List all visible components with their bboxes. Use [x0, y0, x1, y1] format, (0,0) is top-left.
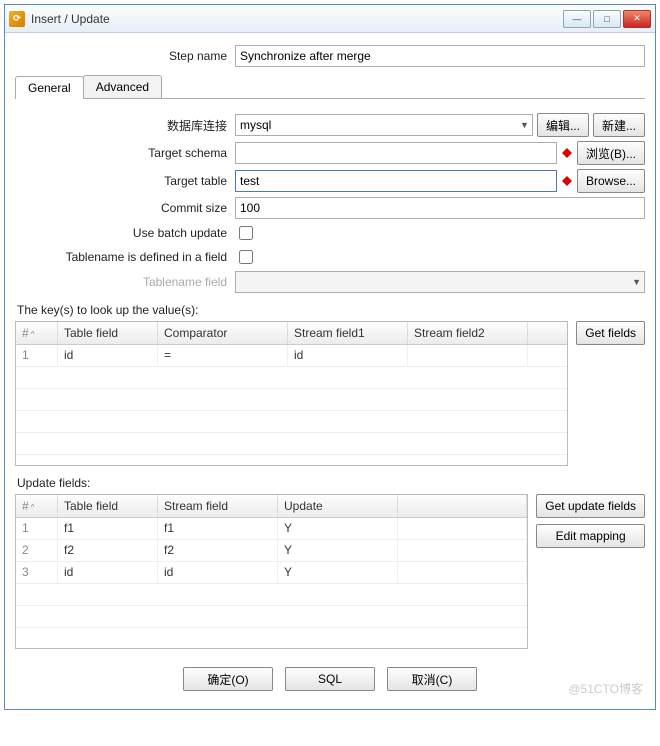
table-row[interactable]: 1id=id: [16, 345, 567, 367]
col-header-update[interactable]: Update: [278, 495, 398, 517]
app-icon: ⟳: [9, 11, 25, 27]
col-header-tablefield[interactable]: Table field: [58, 322, 158, 344]
col-header-idx[interactable]: #^: [16, 495, 58, 517]
diamond-icon: [561, 146, 573, 160]
diamond-icon: [561, 174, 573, 188]
col-header-streamfield[interactable]: Stream field: [158, 495, 278, 517]
batch-update-checkbox[interactable]: [239, 226, 253, 240]
new-connection-button[interactable]: 新建...: [593, 113, 645, 137]
keys-table[interactable]: #^ Table field Comparator Stream field1 …: [15, 321, 568, 466]
col-header-streamfield1[interactable]: Stream field1: [288, 322, 408, 344]
table-row[interactable]: 1f1f1Y: [16, 518, 527, 540]
tab-general[interactable]: General: [15, 76, 84, 99]
col-header-streamfield2[interactable]: Stream field2: [408, 322, 528, 344]
updates-table[interactable]: #^ Table field Stream field Update 1f1f1…: [15, 494, 528, 649]
db-connection-select[interactable]: [235, 114, 533, 136]
maximize-button[interactable]: □: [593, 10, 621, 28]
dialog-content: Step name General Advanced 数据库连接 ▼ 编辑...…: [5, 33, 655, 709]
browse-schema-button[interactable]: 浏览(B)...: [577, 141, 645, 165]
commit-size-label: Commit size: [15, 201, 235, 215]
browse-table-button[interactable]: Browse...: [577, 169, 645, 193]
titlebar: ⟳ Insert / Update — □ ✕: [5, 5, 655, 33]
tablename-field-select: [235, 271, 645, 293]
watermark: @51CTO博客: [568, 680, 643, 697]
window-buttons: — □ ✕: [563, 10, 651, 28]
target-schema-input[interactable]: [235, 142, 557, 164]
db-connection-label: 数据库连接: [15, 117, 235, 134]
col-header-idx[interactable]: #^: [16, 322, 58, 344]
tablename-infield-checkbox[interactable]: [239, 250, 253, 264]
keys-section-label: The key(s) to look up the value(s):: [17, 303, 645, 317]
step-name-label: Step name: [15, 49, 235, 63]
sort-asc-icon: ^: [31, 330, 35, 339]
edit-mapping-button[interactable]: Edit mapping: [536, 524, 645, 548]
target-table-label: Target table: [15, 174, 235, 188]
window-title: Insert / Update: [31, 12, 563, 26]
sql-button[interactable]: SQL: [285, 667, 375, 691]
dialog-window: ⟳ Insert / Update — □ ✕ Step name Genera…: [4, 4, 656, 710]
edit-connection-button[interactable]: 编辑...: [537, 113, 589, 137]
tab-advanced[interactable]: Advanced: [83, 75, 162, 98]
get-update-fields-button[interactable]: Get update fields: [536, 494, 645, 518]
table-row[interactable]: 2f2f2Y: [16, 540, 527, 562]
col-header-comparator[interactable]: Comparator: [158, 322, 288, 344]
tablename-field-label: Tablename field: [15, 275, 235, 289]
tab-bar: General Advanced: [15, 75, 645, 99]
get-fields-button[interactable]: Get fields: [576, 321, 645, 345]
batch-update-label: Use batch update: [15, 226, 235, 240]
col-header-tablefield[interactable]: Table field: [58, 495, 158, 517]
target-table-input[interactable]: [235, 170, 557, 192]
ok-button[interactable]: 确定(O): [183, 667, 273, 691]
target-schema-label: Target schema: [15, 146, 235, 160]
close-button[interactable]: ✕: [623, 10, 651, 28]
commit-size-input[interactable]: [235, 197, 645, 219]
sort-asc-icon: ^: [31, 503, 35, 512]
updates-section-label: Update fields:: [17, 476, 645, 490]
step-name-input[interactable]: [235, 45, 645, 67]
table-row[interactable]: 3ididY: [16, 562, 527, 584]
cancel-button[interactable]: 取消(C): [387, 667, 477, 691]
minimize-button[interactable]: —: [563, 10, 591, 28]
tablename-infield-label: Tablename is defined in a field: [15, 250, 235, 264]
col-spacer: [398, 495, 527, 517]
